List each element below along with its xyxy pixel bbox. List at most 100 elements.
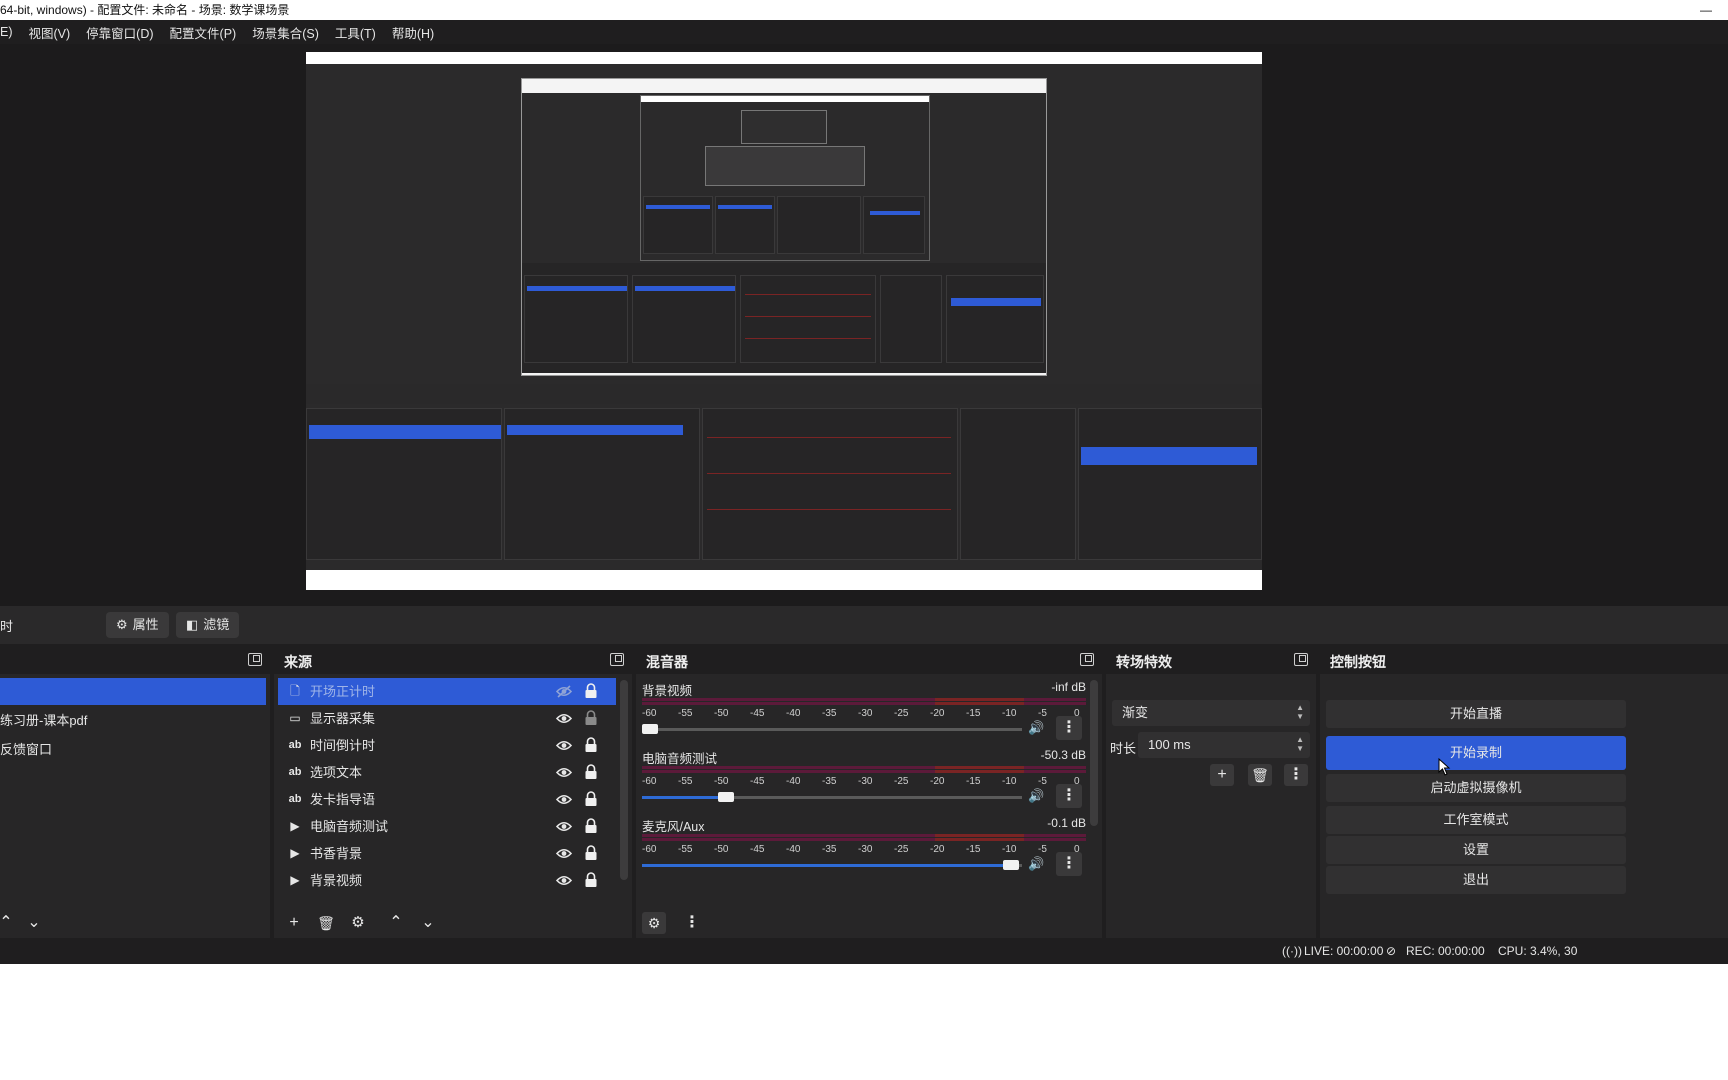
- meter-tick-label: -45: [750, 708, 765, 719]
- duration-spinbox[interactable]: 100 ms ▲ ▼: [1138, 732, 1310, 758]
- meter-tick-label: -30: [858, 708, 873, 719]
- mixer-scrollbar[interactable]: [1090, 680, 1098, 826]
- source-item[interactable]: ab 发卡指导语: [278, 786, 616, 813]
- controls-dock: 控制按钮 开始直播 开始录制 启动虚拟摄像机 工作室模式 设置 退出: [1320, 646, 1728, 938]
- move-source-up-button[interactable]: ⌃: [384, 912, 408, 934]
- undock-icon[interactable]: [248, 653, 262, 666]
- eye-icon[interactable]: [556, 873, 572, 888]
- preview-canvas[interactable]: [306, 52, 1262, 590]
- media-play-icon: ▶: [290, 873, 300, 887]
- menu-bar: E) 视图(V) 停靠窗口(D) 配置文件(P) 场景集合(S) 工具(T) 帮…: [0, 20, 1728, 44]
- scene-item[interactable]: [0, 678, 266, 705]
- move-scene-down-button[interactable]: ⌄: [22, 912, 46, 934]
- source-item[interactable]: ▶ 书香背景: [278, 840, 616, 867]
- chevron-updown-icon: ▲ ▼: [1296, 703, 1304, 721]
- eye-icon[interactable]: [556, 738, 572, 753]
- channel-menu-button[interactable]: ⋮: [1056, 852, 1082, 876]
- meter-tick-label: -55: [678, 844, 693, 855]
- text-icon: ab: [288, 766, 302, 778]
- channel-menu-button[interactable]: ⋮: [1056, 716, 1082, 740]
- channel-db-readout: -inf dB: [1051, 680, 1086, 694]
- mixer-menu-button[interactable]: ⋮: [680, 912, 704, 934]
- volume-slider[interactable]: [642, 792, 1022, 802]
- text-icon: ab: [288, 793, 302, 805]
- menu-view[interactable]: 视图(V): [29, 23, 71, 42]
- sources-scrollbar[interactable]: [620, 680, 628, 880]
- scene-item[interactable]: 练习册-课本pdf: [0, 707, 270, 734]
- menu-help[interactable]: 帮助(H): [392, 23, 434, 42]
- filters-button[interactable]: ◧ 滤镜: [176, 612, 240, 638]
- scene-item[interactable]: 反馈窗口: [0, 736, 270, 763]
- speaker-icon[interactable]: 🔊: [1028, 788, 1046, 804]
- speaker-icon[interactable]: 🔊: [1028, 720, 1046, 736]
- preview-area[interactable]: [0, 44, 1728, 606]
- start-streaming-button[interactable]: 开始直播: [1326, 700, 1626, 728]
- lock-icon[interactable]: [584, 872, 598, 888]
- speaker-icon[interactable]: 🔊: [1028, 856, 1046, 872]
- menu-scene-collection[interactable]: 场景集合(S): [252, 23, 319, 42]
- start-virtual-camera-button[interactable]: 启动虚拟摄像机: [1326, 774, 1626, 802]
- meter-tick-label: -20: [930, 708, 945, 719]
- meter-tick-label: -15: [966, 776, 981, 787]
- menu-edit[interactable]: E): [0, 25, 13, 39]
- meter-tick-label: -5: [1038, 708, 1047, 719]
- source-item[interactable]: 🗋 开场正计时: [278, 678, 616, 705]
- exit-button[interactable]: 退出: [1326, 866, 1626, 894]
- mixer-dock-title: 混音器: [646, 654, 688, 670]
- window-title: 64-bit, windows) - 配置文件: 未命名 - 场景: 数学课场景: [0, 3, 290, 17]
- remove-source-button[interactable]: 🗑: [314, 912, 338, 934]
- eye-icon[interactable]: [556, 846, 572, 861]
- lock-icon[interactable]: [584, 818, 598, 834]
- volume-slider[interactable]: [642, 860, 1022, 870]
- remove-transition-button[interactable]: 🗑: [1248, 764, 1272, 786]
- meter-scale: -60 -55 -50 -45 -40 -35 -30 -25 -20 -15 -10 -5 0: [642, 708, 1086, 720]
- studio-mode-button[interactable]: 工作室模式: [1326, 806, 1626, 834]
- eye-icon[interactable]: [556, 819, 572, 834]
- lock-icon[interactable]: [584, 791, 598, 807]
- source-item[interactable]: ab 选项文本: [278, 759, 616, 786]
- undock-icon[interactable]: [1080, 653, 1094, 666]
- lock-icon[interactable]: [584, 683, 598, 699]
- undock-icon[interactable]: [1294, 653, 1308, 666]
- lock-icon[interactable]: [584, 710, 598, 726]
- lock-icon[interactable]: [584, 737, 598, 753]
- transition-menu-button[interactable]: ⋮: [1284, 764, 1308, 786]
- lock-icon[interactable]: [584, 764, 598, 780]
- minimize-button[interactable]: —: [1696, 0, 1716, 20]
- text-icon: ab: [288, 739, 302, 751]
- menu-profile[interactable]: 配置文件(P): [170, 23, 237, 42]
- volume-slider-handle[interactable]: [717, 792, 734, 802]
- move-scene-up-button[interactable]: ⌃: [0, 912, 18, 934]
- controls-dock-header: 控制按钮: [1320, 646, 1728, 674]
- volume-slider[interactable]: [641, 724, 1022, 734]
- source-item[interactable]: ▶ 电脑音频测试: [278, 813, 616, 840]
- lock-icon[interactable]: [584, 845, 598, 861]
- eye-icon[interactable]: [556, 792, 572, 807]
- transition-type-select[interactable]: 渐变 ▲ ▼: [1112, 700, 1310, 726]
- move-source-down-button[interactable]: ⌄: [416, 912, 440, 934]
- channel-name: 麦克风/Aux: [642, 820, 705, 834]
- sources-dock-header: 来源: [274, 646, 632, 674]
- meter-tick-label: -25: [894, 776, 909, 787]
- sources-dock: 来源 🗋 开场正计时 ▭ 显示器采集 ab 时间倒计时 ab 选项文本 ab 发卡指导语 ▶ 电脑音频…: [274, 646, 632, 938]
- menu-docks[interactable]: 停靠窗口(D): [86, 23, 153, 42]
- advanced-audio-button[interactable]: ⚙: [642, 912, 666, 934]
- source-item[interactable]: ▭ 显示器采集: [278, 705, 616, 732]
- undock-icon[interactable]: [610, 653, 624, 666]
- start-recording-button[interactable]: 开始录制: [1326, 736, 1626, 770]
- volume-slider-handle[interactable]: [1002, 860, 1019, 870]
- eye-icon[interactable]: [556, 765, 572, 780]
- eye-hidden-icon[interactable]: [556, 684, 572, 699]
- source-properties-button[interactable]: ⚙: [346, 912, 370, 934]
- menu-tools[interactable]: 工具(T): [335, 23, 376, 42]
- meter-tick-label: -60: [642, 708, 657, 719]
- source-item[interactable]: ab 时间倒计时: [278, 732, 616, 759]
- source-item[interactable]: ▶ 背景视频: [278, 867, 616, 894]
- properties-button[interactable]: ⚙ 属性: [106, 612, 169, 638]
- volume-slider-handle[interactable]: [641, 724, 658, 734]
- add-source-button[interactable]: +: [282, 912, 306, 934]
- settings-button[interactable]: 设置: [1326, 836, 1626, 864]
- add-transition-button[interactable]: +: [1210, 764, 1234, 786]
- channel-menu-button[interactable]: ⋮: [1056, 784, 1082, 808]
- eye-icon[interactable]: [556, 711, 572, 726]
